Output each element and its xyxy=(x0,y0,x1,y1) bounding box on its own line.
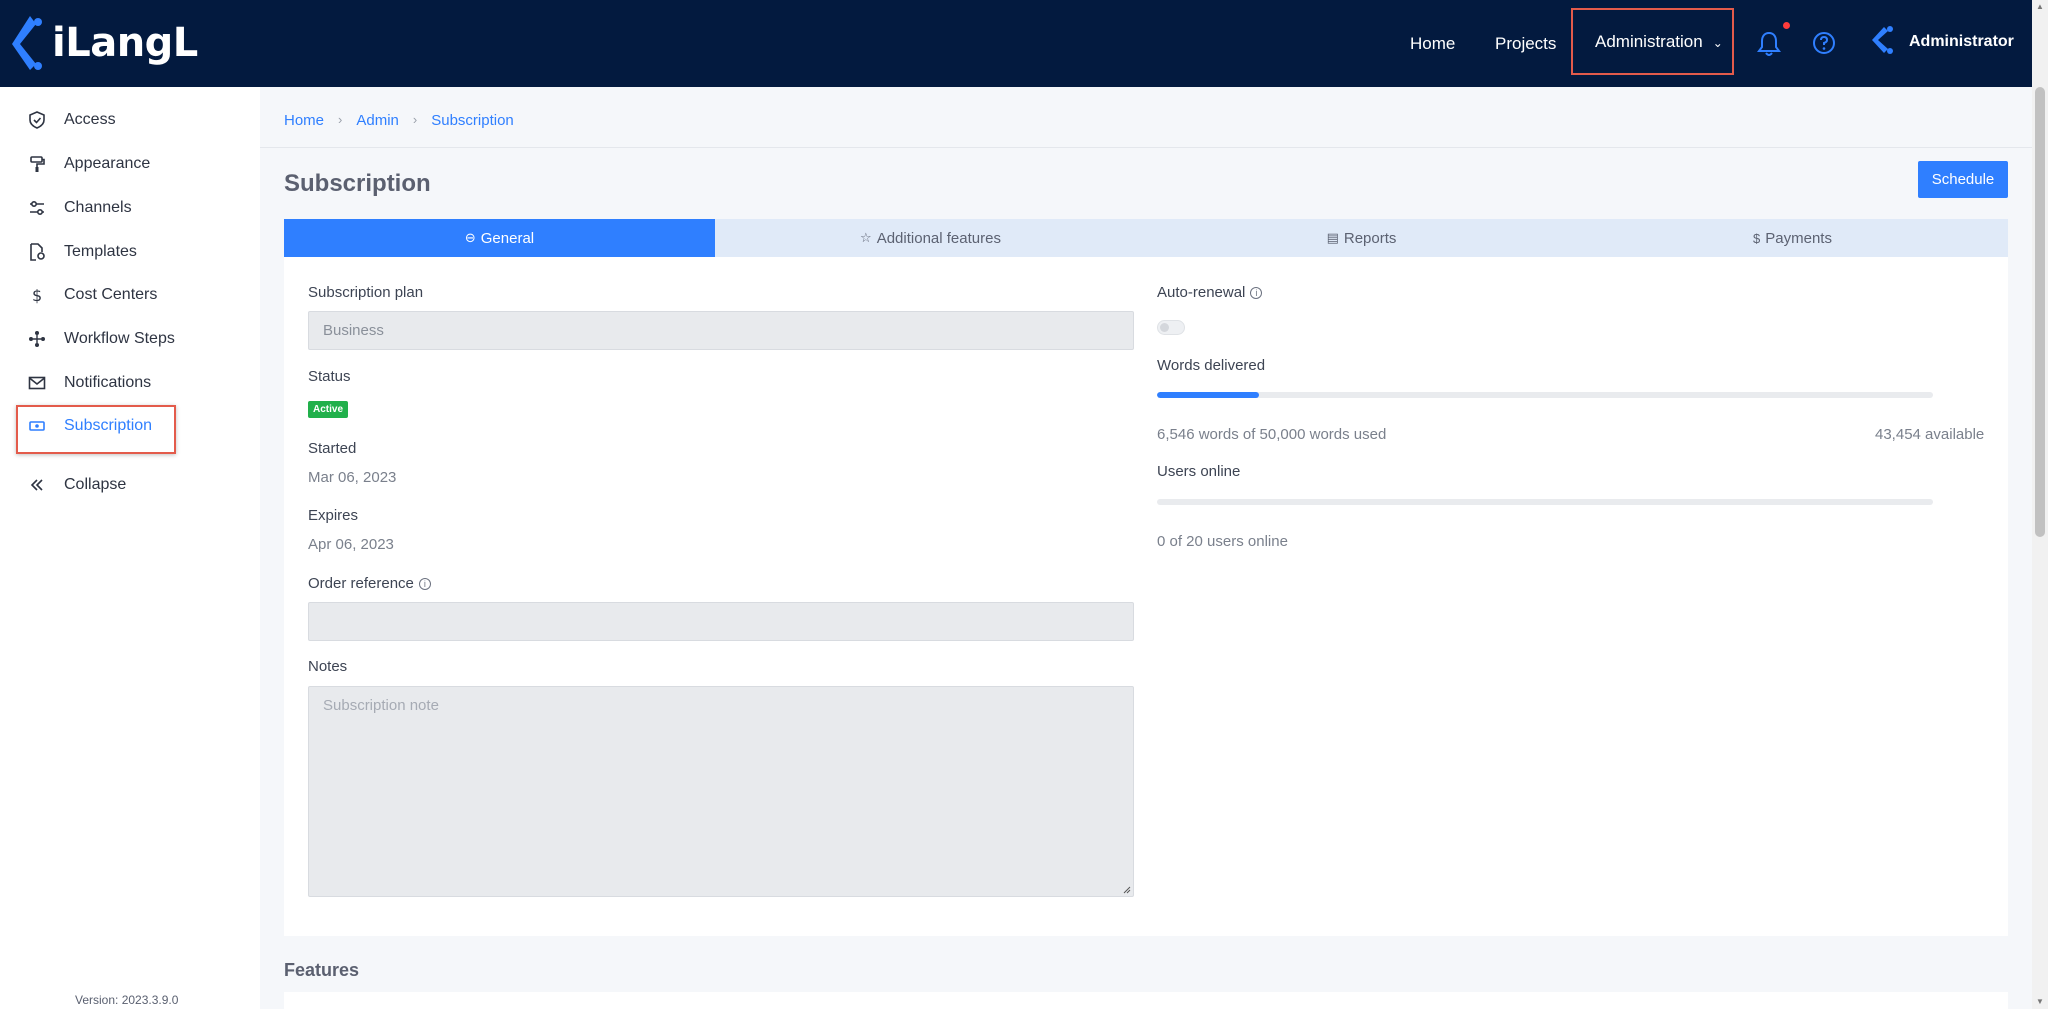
ilangl-logo-icon xyxy=(12,16,42,70)
info-icon[interactable]: i xyxy=(1250,287,1263,299)
subscription-tabs: ⊖ General ☆ Additional features ▤ Report… xyxy=(284,219,2008,257)
sidebar-item-label: Channels xyxy=(64,199,132,216)
users-online-progress xyxy=(1157,499,1933,505)
breadcrumb-current[interactable]: Subscription xyxy=(431,112,514,129)
sliders-icon xyxy=(30,200,44,216)
sidebar-item-label: Cost Centers xyxy=(64,286,158,303)
tab-label: Additional features xyxy=(876,229,1001,247)
help-icon[interactable] xyxy=(1812,31,1836,55)
words-delivered-progress-fill xyxy=(1157,392,1259,398)
subscription-plan-label: Subscription plan xyxy=(308,284,424,301)
notes-label: Notes xyxy=(308,658,348,675)
circle-minus-icon: ⊖ xyxy=(464,230,476,245)
started-value: Mar 06, 2023 xyxy=(308,469,397,486)
page-title: Subscription xyxy=(284,170,431,197)
chevron-down-icon: ⌄ xyxy=(1712,36,1723,50)
star-icon: ☆ xyxy=(860,230,872,245)
expires-value: Apr 06, 2023 xyxy=(308,536,394,553)
sidebar-item-label: Notifications xyxy=(64,374,152,391)
sidebar-item-label: Appearance xyxy=(64,155,151,172)
shield-check-icon xyxy=(29,111,45,129)
nav-administration[interactable]: Administration ⌄ xyxy=(1571,8,1734,75)
report-icon: ▤ xyxy=(1326,230,1339,245)
started-label: Started xyxy=(308,440,357,457)
breadcrumb-home[interactable]: Home xyxy=(284,112,324,129)
words-delivered-label: Words delivered xyxy=(1157,357,1266,374)
tab-reports[interactable]: ▤ Reports xyxy=(1146,219,1577,257)
dollar-icon: $ xyxy=(1753,230,1761,246)
breadcrumb-divider xyxy=(260,147,2032,148)
user-avatar-icon[interactable] xyxy=(1870,25,1896,55)
sidebar-item-label: Workflow Steps xyxy=(64,330,175,347)
tab-label: Payments xyxy=(1765,229,1832,247)
bell-icon[interactable] xyxy=(1757,31,1781,57)
user-menu[interactable]: Administrator xyxy=(1909,0,2014,83)
users-online-label: Users online xyxy=(1157,463,1241,480)
status-badge: Active xyxy=(308,401,349,418)
auto-renewal-label: Auto-renewal i xyxy=(1157,284,1263,301)
features-title: Features xyxy=(284,960,360,980)
notes-placeholder: Subscription note xyxy=(323,697,439,714)
auto-renewal-toggle[interactable] xyxy=(1157,320,1185,335)
admin-sidebar: Access Appearance Channels Templates $ C… xyxy=(0,87,260,1009)
dollar-icon: $ xyxy=(32,286,42,304)
brand-logo[interactable]: iLangL xyxy=(10,14,198,72)
nav-administration-label: Administration xyxy=(1595,31,1703,51)
tab-general[interactable]: ⊖ General xyxy=(284,219,715,257)
sidebar-item-label: Access xyxy=(64,111,116,128)
app-version: Version: 2023.3.9.0 xyxy=(75,993,179,1007)
notes-textarea[interactable]: Subscription note xyxy=(308,686,1134,897)
breadcrumb-admin[interactable]: Admin xyxy=(356,112,399,129)
expires-label: Expires xyxy=(308,507,359,524)
sidebar-item-cost-centers[interactable]: $ Cost Centers xyxy=(28,281,157,309)
tab-label: Reports xyxy=(1343,229,1397,247)
sidebar-item-access[interactable]: Access xyxy=(28,106,116,134)
subscription-plan-field[interactable]: Business xyxy=(308,311,1134,350)
sidebar-selection-highlight xyxy=(16,405,176,454)
top-navbar: iLangL Home Projects Administration ⌄ Ad… xyxy=(0,0,2032,87)
nav-home[interactable]: Home xyxy=(1410,0,1455,87)
tab-payments[interactable]: $ Payments xyxy=(1577,219,2008,257)
paint-roller-icon xyxy=(30,156,45,172)
order-reference-label-text: Order reference xyxy=(308,575,414,592)
scroll-up-arrow-icon[interactable]: ▲ xyxy=(2036,2,2044,11)
sidebar-item-channels[interactable]: Channels xyxy=(28,194,132,222)
users-online-text: 0 of 20 users online xyxy=(1157,533,1288,550)
status-label: Status xyxy=(308,368,351,385)
words-delivered-progress xyxy=(1157,392,1933,398)
words-available-text: 43,454 available xyxy=(1875,426,1985,443)
sidebar-collapse[interactable]: Collapse xyxy=(28,471,126,499)
tab-additional-features[interactable]: ☆ Additional features xyxy=(715,219,1146,257)
sidebar-item-appearance[interactable]: Appearance xyxy=(28,150,150,178)
scroll-down-arrow-icon[interactable]: ▼ xyxy=(2036,997,2044,1006)
order-reference-label: Order reference i xyxy=(308,575,431,592)
tab-label: General xyxy=(480,229,535,247)
page-scrollbar-thumb[interactable] xyxy=(2035,87,2045,537)
breadcrumb: Home › Admin › Subscription xyxy=(284,112,514,129)
breadcrumb-separator-icon: › xyxy=(338,112,343,127)
schedule-button[interactable]: Schedule xyxy=(1918,161,2008,198)
features-panel xyxy=(284,992,2008,1009)
resize-handle-icon[interactable] xyxy=(1121,884,1131,894)
envelope-icon xyxy=(28,376,46,390)
breadcrumb-separator-icon: › xyxy=(412,112,418,127)
double-chevron-left-icon xyxy=(30,479,43,491)
order-reference-field[interactable] xyxy=(308,602,1134,641)
auto-renewal-label-text: Auto-renewal xyxy=(1157,284,1246,301)
info-icon[interactable]: i xyxy=(418,578,431,590)
sidebar-item-label: Collapse xyxy=(64,476,127,493)
sidebar-item-notifications[interactable]: Notifications xyxy=(28,369,151,397)
sidebar-item-label: Templates xyxy=(64,243,137,260)
brand-name: iLangL xyxy=(52,20,198,66)
file-gear-icon xyxy=(30,243,45,261)
workflow-icon xyxy=(29,331,45,347)
sidebar-item-workflow-steps[interactable]: Workflow Steps xyxy=(28,325,175,353)
words-used-text: 6,546 words of 50,000 words used xyxy=(1157,426,1387,443)
notification-dot xyxy=(1783,22,1790,29)
nav-projects[interactable]: Projects xyxy=(1495,0,1556,87)
sidebar-item-templates[interactable]: Templates xyxy=(28,238,137,266)
svg-text:$: $ xyxy=(32,286,42,304)
